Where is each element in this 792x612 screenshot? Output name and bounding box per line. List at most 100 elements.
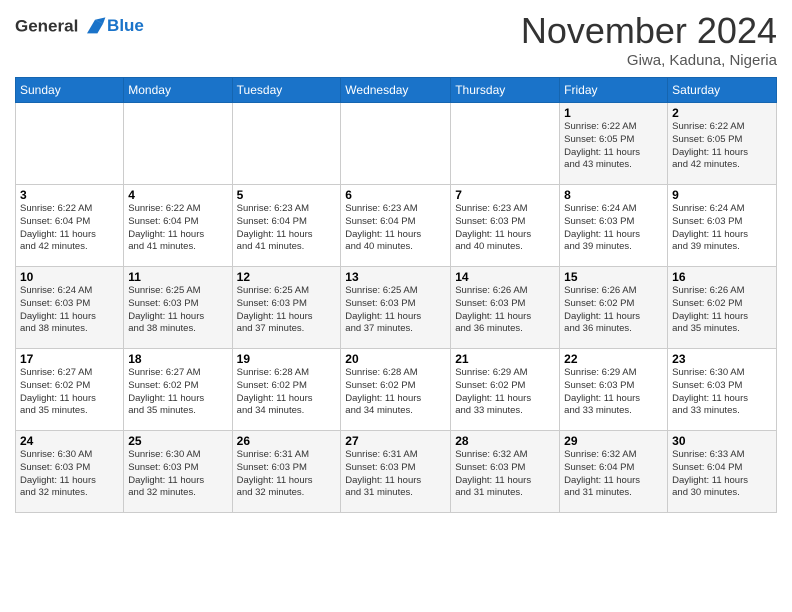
day-cell bbox=[451, 103, 560, 185]
week-row-1: 1Sunrise: 6:22 AM Sunset: 6:05 PM Daylig… bbox=[16, 103, 777, 185]
day-info: Sunrise: 6:27 AM Sunset: 6:02 PM Dayligh… bbox=[20, 367, 119, 418]
day-info: Sunrise: 6:28 AM Sunset: 6:02 PM Dayligh… bbox=[345, 367, 446, 418]
day-info: Sunrise: 6:32 AM Sunset: 6:04 PM Dayligh… bbox=[564, 449, 663, 500]
logo-bird-icon bbox=[83, 15, 107, 39]
day-info: Sunrise: 6:25 AM Sunset: 6:03 PM Dayligh… bbox=[237, 285, 337, 336]
logo-general: General bbox=[15, 16, 78, 35]
day-number: 7 bbox=[455, 188, 555, 202]
day-info: Sunrise: 6:29 AM Sunset: 6:02 PM Dayligh… bbox=[455, 367, 555, 418]
day-cell: 29Sunrise: 6:32 AM Sunset: 6:04 PM Dayli… bbox=[560, 431, 668, 513]
day-cell: 11Sunrise: 6:25 AM Sunset: 6:03 PM Dayli… bbox=[124, 267, 232, 349]
day-cell: 1Sunrise: 6:22 AM Sunset: 6:05 PM Daylig… bbox=[560, 103, 668, 185]
week-row-5: 24Sunrise: 6:30 AM Sunset: 6:03 PM Dayli… bbox=[16, 431, 777, 513]
weekday-friday: Friday bbox=[560, 78, 668, 103]
week-row-2: 3Sunrise: 6:22 AM Sunset: 6:04 PM Daylig… bbox=[16, 185, 777, 267]
day-cell: 18Sunrise: 6:27 AM Sunset: 6:02 PM Dayli… bbox=[124, 349, 232, 431]
week-row-3: 10Sunrise: 6:24 AM Sunset: 6:03 PM Dayli… bbox=[16, 267, 777, 349]
day-number: 15 bbox=[564, 270, 663, 284]
day-cell: 28Sunrise: 6:32 AM Sunset: 6:03 PM Dayli… bbox=[451, 431, 560, 513]
day-info: Sunrise: 6:33 AM Sunset: 6:04 PM Dayligh… bbox=[672, 449, 772, 500]
day-number: 2 bbox=[672, 106, 772, 120]
day-cell: 24Sunrise: 6:30 AM Sunset: 6:03 PM Dayli… bbox=[16, 431, 124, 513]
day-cell: 22Sunrise: 6:29 AM Sunset: 6:03 PM Dayli… bbox=[560, 349, 668, 431]
day-cell: 16Sunrise: 6:26 AM Sunset: 6:02 PM Dayli… bbox=[668, 267, 777, 349]
day-info: Sunrise: 6:23 AM Sunset: 6:04 PM Dayligh… bbox=[345, 203, 446, 254]
day-info: Sunrise: 6:22 AM Sunset: 6:04 PM Dayligh… bbox=[128, 203, 227, 254]
day-number: 23 bbox=[672, 352, 772, 366]
day-cell: 3Sunrise: 6:22 AM Sunset: 6:04 PM Daylig… bbox=[16, 185, 124, 267]
day-info: Sunrise: 6:31 AM Sunset: 6:03 PM Dayligh… bbox=[237, 449, 337, 500]
logo-blue: Blue bbox=[107, 17, 144, 36]
day-number: 24 bbox=[20, 434, 119, 448]
day-cell: 13Sunrise: 6:25 AM Sunset: 6:03 PM Dayli… bbox=[341, 267, 451, 349]
day-info: Sunrise: 6:23 AM Sunset: 6:03 PM Dayligh… bbox=[455, 203, 555, 254]
day-number: 16 bbox=[672, 270, 772, 284]
day-info: Sunrise: 6:23 AM Sunset: 6:04 PM Dayligh… bbox=[237, 203, 337, 254]
day-cell: 7Sunrise: 6:23 AM Sunset: 6:03 PM Daylig… bbox=[451, 185, 560, 267]
day-number: 17 bbox=[20, 352, 119, 366]
day-cell: 21Sunrise: 6:29 AM Sunset: 6:02 PM Dayli… bbox=[451, 349, 560, 431]
day-number: 9 bbox=[672, 188, 772, 202]
day-number: 12 bbox=[237, 270, 337, 284]
day-cell bbox=[16, 103, 124, 185]
day-cell: 17Sunrise: 6:27 AM Sunset: 6:02 PM Dayli… bbox=[16, 349, 124, 431]
day-info: Sunrise: 6:22 AM Sunset: 6:05 PM Dayligh… bbox=[672, 121, 772, 172]
day-cell bbox=[124, 103, 232, 185]
day-number: 27 bbox=[345, 434, 446, 448]
day-info: Sunrise: 6:31 AM Sunset: 6:03 PM Dayligh… bbox=[345, 449, 446, 500]
day-number: 30 bbox=[672, 434, 772, 448]
day-cell: 27Sunrise: 6:31 AM Sunset: 6:03 PM Dayli… bbox=[341, 431, 451, 513]
month-title: November 2024 bbox=[521, 10, 777, 52]
day-info: Sunrise: 6:28 AM Sunset: 6:02 PM Dayligh… bbox=[237, 367, 337, 418]
day-number: 21 bbox=[455, 352, 555, 366]
day-number: 13 bbox=[345, 270, 446, 284]
day-number: 14 bbox=[455, 270, 555, 284]
day-number: 11 bbox=[128, 270, 227, 284]
logo: General Blue bbox=[15, 15, 144, 39]
title-block: November 2024 Giwa, Kaduna, Nigeria bbox=[521, 10, 777, 69]
location: Giwa, Kaduna, Nigeria bbox=[521, 52, 777, 69]
weekday-header-row: SundayMondayTuesdayWednesdayThursdayFrid… bbox=[16, 78, 777, 103]
weekday-tuesday: Tuesday bbox=[232, 78, 341, 103]
week-row-4: 17Sunrise: 6:27 AM Sunset: 6:02 PM Dayli… bbox=[16, 349, 777, 431]
weekday-monday: Monday bbox=[124, 78, 232, 103]
day-cell: 25Sunrise: 6:30 AM Sunset: 6:03 PM Dayli… bbox=[124, 431, 232, 513]
day-info: Sunrise: 6:24 AM Sunset: 6:03 PM Dayligh… bbox=[672, 203, 772, 254]
weekday-sunday: Sunday bbox=[16, 78, 124, 103]
day-cell: 9Sunrise: 6:24 AM Sunset: 6:03 PM Daylig… bbox=[668, 185, 777, 267]
weekday-wednesday: Wednesday bbox=[341, 78, 451, 103]
day-number: 26 bbox=[237, 434, 337, 448]
day-info: Sunrise: 6:25 AM Sunset: 6:03 PM Dayligh… bbox=[128, 285, 227, 336]
day-number: 8 bbox=[564, 188, 663, 202]
day-info: Sunrise: 6:30 AM Sunset: 6:03 PM Dayligh… bbox=[672, 367, 772, 418]
day-info: Sunrise: 6:30 AM Sunset: 6:03 PM Dayligh… bbox=[128, 449, 227, 500]
day-number: 28 bbox=[455, 434, 555, 448]
day-info: Sunrise: 6:27 AM Sunset: 6:02 PM Dayligh… bbox=[128, 367, 227, 418]
day-cell: 10Sunrise: 6:24 AM Sunset: 6:03 PM Dayli… bbox=[16, 267, 124, 349]
day-info: Sunrise: 6:24 AM Sunset: 6:03 PM Dayligh… bbox=[564, 203, 663, 254]
day-number: 18 bbox=[128, 352, 227, 366]
day-cell: 15Sunrise: 6:26 AM Sunset: 6:02 PM Dayli… bbox=[560, 267, 668, 349]
day-info: Sunrise: 6:26 AM Sunset: 6:03 PM Dayligh… bbox=[455, 285, 555, 336]
day-info: Sunrise: 6:30 AM Sunset: 6:03 PM Dayligh… bbox=[20, 449, 119, 500]
day-cell: 19Sunrise: 6:28 AM Sunset: 6:02 PM Dayli… bbox=[232, 349, 341, 431]
weekday-thursday: Thursday bbox=[451, 78, 560, 103]
day-number: 20 bbox=[345, 352, 446, 366]
day-cell: 30Sunrise: 6:33 AM Sunset: 6:04 PM Dayli… bbox=[668, 431, 777, 513]
day-number: 10 bbox=[20, 270, 119, 284]
weekday-saturday: Saturday bbox=[668, 78, 777, 103]
calendar-header: SundayMondayTuesdayWednesdayThursdayFrid… bbox=[16, 78, 777, 103]
day-cell: 5Sunrise: 6:23 AM Sunset: 6:04 PM Daylig… bbox=[232, 185, 341, 267]
calendar-body: 1Sunrise: 6:22 AM Sunset: 6:05 PM Daylig… bbox=[16, 103, 777, 513]
day-cell bbox=[232, 103, 341, 185]
day-cell: 14Sunrise: 6:26 AM Sunset: 6:03 PM Dayli… bbox=[451, 267, 560, 349]
day-number: 19 bbox=[237, 352, 337, 366]
day-info: Sunrise: 6:25 AM Sunset: 6:03 PM Dayligh… bbox=[345, 285, 446, 336]
day-number: 4 bbox=[128, 188, 227, 202]
day-info: Sunrise: 6:22 AM Sunset: 6:04 PM Dayligh… bbox=[20, 203, 119, 254]
day-cell: 8Sunrise: 6:24 AM Sunset: 6:03 PM Daylig… bbox=[560, 185, 668, 267]
day-info: Sunrise: 6:22 AM Sunset: 6:05 PM Dayligh… bbox=[564, 121, 663, 172]
day-number: 6 bbox=[345, 188, 446, 202]
day-number: 22 bbox=[564, 352, 663, 366]
day-info: Sunrise: 6:32 AM Sunset: 6:03 PM Dayligh… bbox=[455, 449, 555, 500]
